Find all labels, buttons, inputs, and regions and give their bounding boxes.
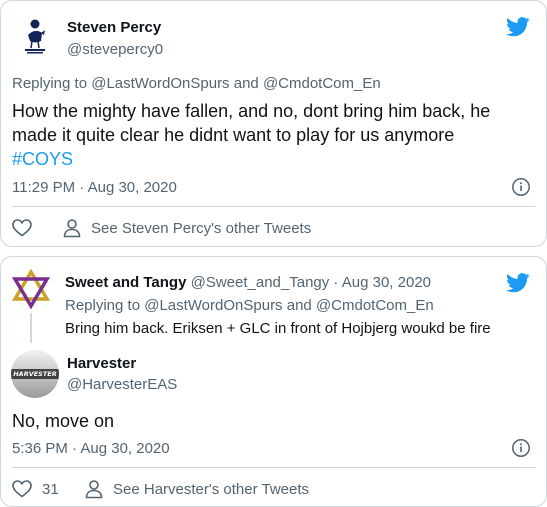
- heart-icon: [12, 219, 32, 237]
- replying-to-and: and: [286, 297, 312, 314]
- see-other-tweets-link[interactable]: See Harvester's other Tweets: [85, 479, 309, 499]
- like-button[interactable]: 31: [12, 480, 59, 498]
- parent-author-name[interactable]: Sweet and Tangy: [65, 274, 186, 291]
- like-count: 31: [42, 480, 59, 498]
- tweet-card-steven-percy: Steven Percy @stevepercy0 Replying to @L…: [0, 0, 547, 247]
- divider: [12, 467, 536, 468]
- hashtag-link[interactable]: #COYS: [12, 149, 73, 169]
- tweet-card-harvester: Sweet and Tangy @Sweet_and_Tangy · Aug 3…: [0, 256, 547, 507]
- replying-to-line: Replying to @LastWordOnSpurs and @CmdotC…: [12, 75, 381, 92]
- mention-link[interactable]: @CmdotCom_En: [263, 75, 381, 92]
- divider: [12, 206, 536, 207]
- tweet-timestamp[interactable]: 5:36 PM · Aug 30, 2020: [12, 440, 170, 457]
- parent-tweet-date[interactable]: · Aug 30, 2020: [333, 274, 431, 291]
- tweet-text: No, move on: [12, 411, 115, 431]
- parent-author-handle[interactable]: @Sweet_and_Tangy: [191, 274, 330, 291]
- replying-to-and: and: [233, 75, 259, 92]
- twitter-logo-icon[interactable]: [506, 17, 530, 37]
- thread-connector: [30, 313, 32, 343]
- mention-link[interactable]: @CmdotCom_En: [316, 297, 434, 314]
- user-icon: [63, 219, 81, 238]
- star-of-david-icon[interactable]: [11, 269, 51, 309]
- replying-to-line: Replying to @LastWordOnSpurs and @CmdotC…: [65, 297, 434, 314]
- info-icon[interactable]: [511, 177, 531, 197]
- tweet-text: How the mighty have fallen, and no, dont…: [12, 99, 537, 171]
- spurs-crest-icon[interactable]: [11, 11, 59, 59]
- parent-tweet-header: Sweet and Tangy @Sweet_and_Tangy · Aug 3…: [65, 274, 431, 291]
- user-icon: [85, 480, 103, 499]
- tweet-timestamp[interactable]: 11:29 PM · Aug 30, 2020: [12, 179, 177, 196]
- author-name[interactable]: Steven Percy: [67, 19, 161, 36]
- author-name[interactable]: Harvester: [67, 355, 136, 372]
- see-other-tweets-label: See Harvester's other Tweets: [113, 480, 310, 498]
- author-handle[interactable]: @stevepercy0: [67, 41, 163, 58]
- mention-link[interactable]: @LastWordOnSpurs: [144, 297, 282, 314]
- like-button[interactable]: [12, 219, 32, 237]
- avatar-text: HARVESTER: [13, 370, 57, 378]
- see-other-tweets-link[interactable]: See Steven Percy's other Tweets: [63, 218, 311, 238]
- tweet-text-body: How the mighty have fallen, and no, dont…: [12, 101, 491, 145]
- replying-to-prefix: Replying to: [12, 75, 88, 92]
- replying-to-prefix: Replying to: [65, 297, 141, 314]
- mention-link[interactable]: @LastWordOnSpurs: [91, 75, 229, 92]
- author-handle[interactable]: @HarvesterEAS: [67, 376, 177, 393]
- twitter-logo-icon[interactable]: [506, 273, 530, 293]
- parent-tweet-text: Bring him back. Eriksen + GLC in front o…: [65, 320, 491, 337]
- heart-icon: [12, 480, 32, 498]
- see-other-tweets-label: See Steven Percy's other Tweets: [91, 219, 312, 237]
- info-icon[interactable]: [511, 438, 531, 458]
- avatar[interactable]: HARVESTER: [11, 350, 59, 398]
